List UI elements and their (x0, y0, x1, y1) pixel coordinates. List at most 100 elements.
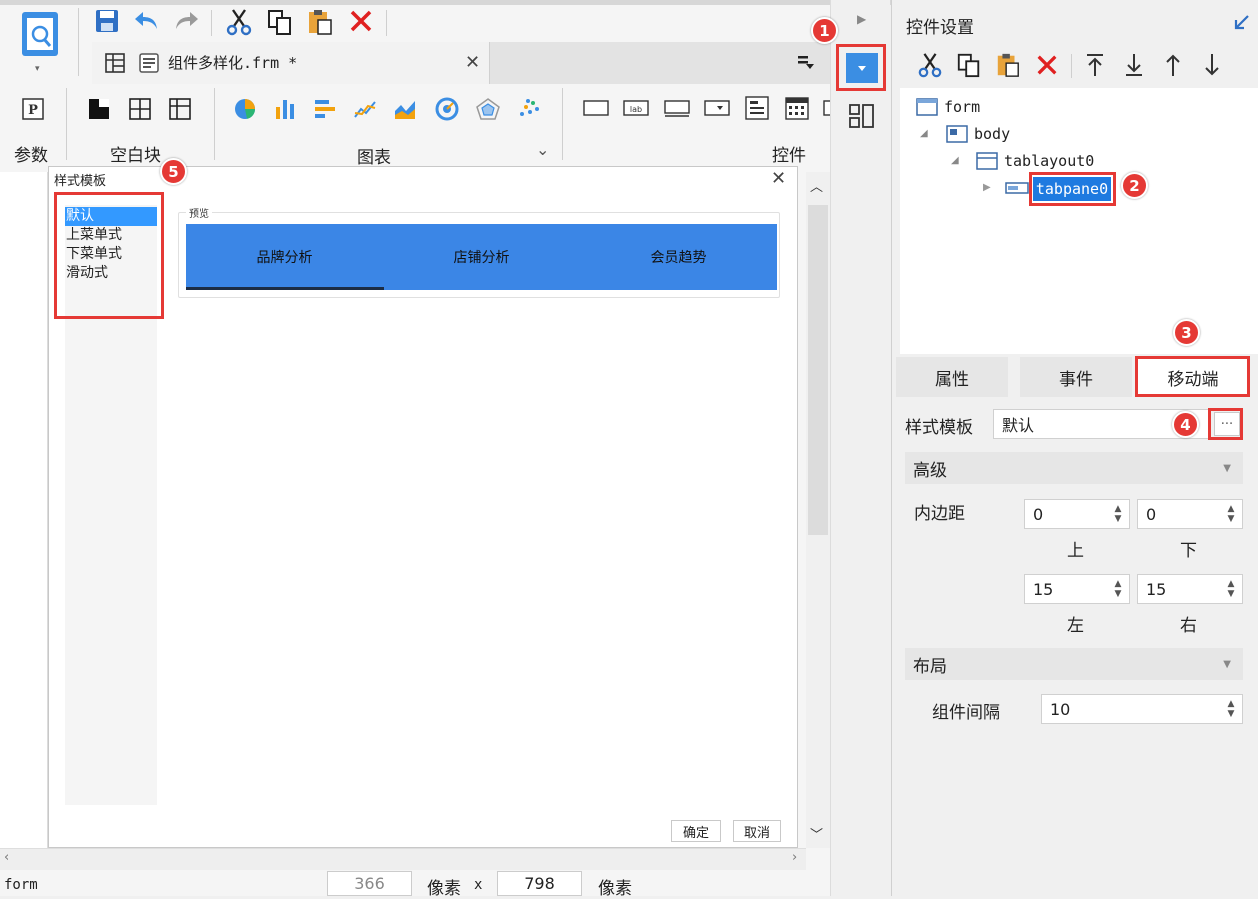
app-menu-chevron-icon[interactable]: ▾ (35, 64, 40, 74)
area-chart-icon[interactable] (393, 97, 417, 125)
dialog-title: 样式模板 (54, 174, 107, 189)
tabpane-node-icon (1005, 180, 1029, 200)
collapse-arrow-icon[interactable]: ▶ (983, 182, 991, 193)
save-icon[interactable] (94, 8, 120, 38)
copy-icon[interactable] (266, 8, 294, 40)
redo-icon[interactable] (172, 8, 200, 38)
layout-section-title: 布局 (913, 656, 947, 677)
chart-group-expand-icon[interactable]: ⌄ (536, 140, 549, 159)
component-gap-spinner[interactable]: ▲ ▼ (1221, 694, 1241, 724)
tree-node-form[interactable]: form (944, 98, 980, 116)
pie-chart-icon[interactable] (233, 97, 257, 125)
status-times: x (474, 877, 483, 893)
padding-left-spinner[interactable]: ▲ ▼ (1108, 574, 1128, 604)
highlight-tabpane (1029, 172, 1116, 206)
delete-icon[interactable] (348, 8, 374, 38)
multi-select-widget-icon[interactable] (745, 96, 769, 124)
svg-text:lab: lab (630, 105, 642, 114)
status-height-field[interactable]: 798 (497, 871, 582, 896)
divider (386, 10, 387, 36)
label-widget-icon[interactable]: lab (623, 99, 649, 121)
paste-icon[interactable] (995, 52, 1021, 82)
copy-icon[interactable] (956, 52, 982, 82)
callout-2: 2 (1121, 172, 1148, 199)
preview-tab-store: 店铺分析 (453, 250, 510, 266)
close-tab-icon[interactable]: ✕ (465, 52, 480, 73)
move-to-bottom-icon[interactable] (1124, 52, 1144, 82)
undo-icon[interactable] (133, 8, 161, 38)
tab-events[interactable]: 事件 (1020, 357, 1132, 397)
collapse-arrow-icon[interactable]: ▶ (857, 12, 866, 26)
move-up-icon[interactable] (1163, 52, 1183, 82)
scroll-down-icon[interactable]: ﹀ (810, 824, 823, 843)
form-node-icon (916, 98, 938, 120)
callout-4: 4 (1172, 411, 1199, 438)
padding-right-spinner[interactable]: ▲ ▼ (1221, 574, 1241, 604)
style-template-label: 样式模板 (905, 418, 973, 438)
ribbon-group-widget: 控件 (772, 146, 806, 166)
scroll-left-icon[interactable]: ‹ (4, 850, 9, 865)
app-logo-button[interactable] (18, 10, 62, 60)
component-gap-label: 组件间隔 (932, 703, 1000, 723)
form-file-icon (138, 52, 160, 78)
expand-arrow-icon[interactable]: ◢ (920, 128, 928, 139)
bar-chart-icon[interactable] (313, 97, 337, 125)
highlight-widget-settings (836, 44, 886, 91)
layout-section-header[interactable]: 布局 ▼ (905, 648, 1243, 680)
side-tool-strip (830, 0, 890, 896)
date-widget-icon[interactable] (785, 96, 809, 124)
grid-layout-icon[interactable] (104, 52, 126, 78)
tab-list-dropdown-icon[interactable] (797, 54, 815, 74)
vertical-scrollbar-thumb[interactable] (808, 205, 828, 535)
section-chevron-icon: ▼ (1223, 658, 1231, 670)
preview-label: 预览 (186, 205, 212, 220)
advanced-section-header[interactable]: 高级 ▼ (905, 452, 1243, 484)
divider (211, 10, 212, 36)
tree-node-body[interactable]: body (974, 125, 1010, 143)
callout-3: 3 (1173, 319, 1200, 346)
section-chevron-icon: ▼ (1223, 462, 1231, 474)
move-to-top-icon[interactable] (1085, 52, 1105, 82)
dialog-close-icon[interactable]: ✕ (771, 168, 786, 189)
blank-block-grid-icon[interactable] (168, 97, 192, 125)
more-widget-icon[interactable] (823, 99, 830, 117)
column-chart-icon[interactable] (273, 97, 297, 125)
cut-icon[interactable] (917, 52, 943, 82)
svg-text:P: P (28, 103, 38, 118)
delete-icon[interactable] (1035, 53, 1059, 81)
move-down-icon[interactable] (1202, 52, 1222, 82)
ribbon-group-parameter: 参数 (14, 146, 48, 166)
padding-right-caption: 右 (1180, 616, 1197, 636)
expand-arrow-icon[interactable]: ◢ (951, 155, 959, 166)
paste-icon[interactable] (306, 8, 334, 40)
tree-node-tablayout[interactable]: tablayout0 (1004, 152, 1094, 170)
scatter-chart-icon[interactable] (517, 97, 541, 125)
padding-top-spinner[interactable]: ▲ ▼ (1108, 499, 1128, 529)
padding-bottom-spinner[interactable]: ▲ ▼ (1221, 499, 1241, 529)
scroll-right-icon[interactable]: › (792, 850, 797, 865)
divider (562, 88, 563, 160)
status-object-name: form (4, 877, 38, 893)
dock-arrow-icon[interactable] (1234, 14, 1250, 34)
button-widget-icon[interactable] (664, 99, 690, 121)
preview-tab-member: 会员趋势 (650, 250, 707, 266)
parameter-icon[interactable]: P (22, 98, 44, 124)
design-canvas[interactable] (0, 172, 48, 848)
cut-icon[interactable] (225, 8, 253, 40)
scroll-up-icon[interactable]: ︿ (810, 176, 823, 195)
gauge-chart-icon[interactable] (435, 97, 459, 125)
dropdown-widget-icon[interactable] (704, 99, 730, 121)
dialog-ok-button[interactable]: 确定 (671, 820, 721, 842)
component-layout-icon[interactable] (849, 104, 875, 132)
radar-chart-icon[interactable] (475, 97, 501, 125)
blank-block-split-icon[interactable] (128, 97, 152, 125)
preview-tab-brand: 品牌分析 (256, 250, 313, 266)
text-widget-icon[interactable] (583, 99, 609, 121)
component-gap-field[interactable]: 10 (1041, 694, 1243, 724)
horizontal-scrollbar[interactable] (0, 848, 806, 870)
dialog-cancel-button[interactable]: 取消 (733, 820, 781, 842)
blank-block-absolute-icon[interactable] (87, 97, 111, 125)
status-width-field[interactable]: 366 (327, 871, 412, 896)
tab-attributes[interactable]: 属性 (896, 357, 1008, 397)
line-chart-icon[interactable] (353, 97, 377, 125)
